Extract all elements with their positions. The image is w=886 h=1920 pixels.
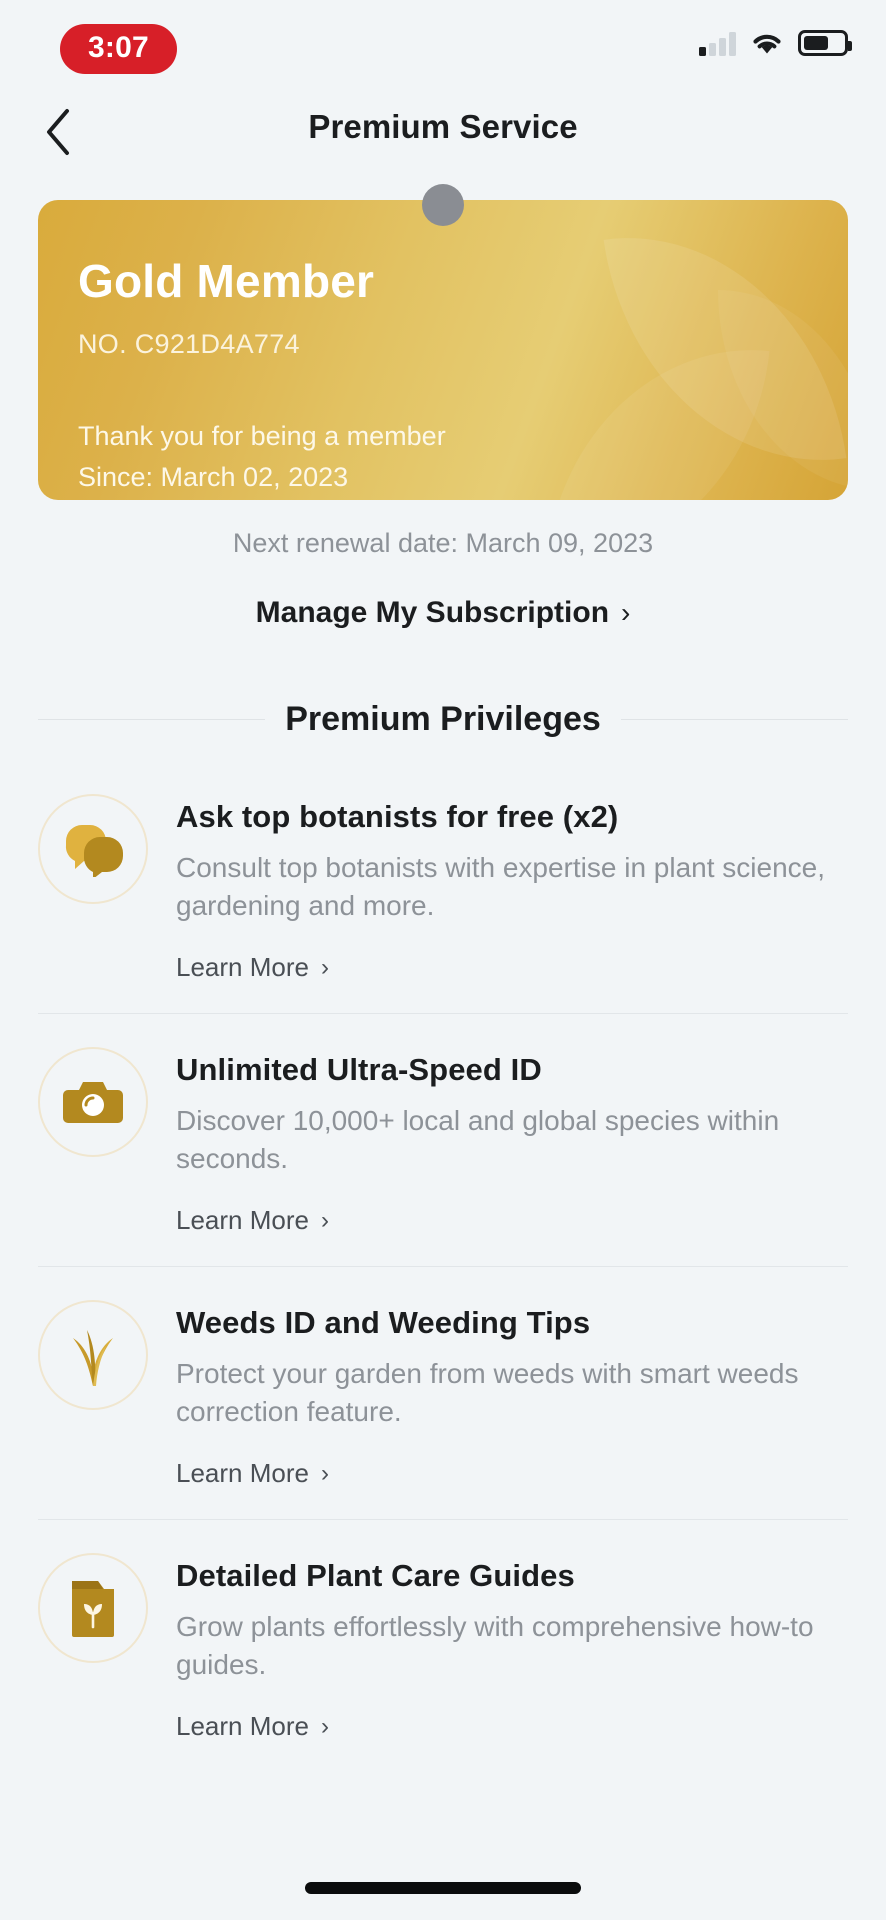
page-title: Premium Service bbox=[308, 108, 578, 145]
next-renewal-date: Next renewal date: March 09, 2023 bbox=[232, 528, 654, 558]
privilege-title: Detailed Plant Care Guides bbox=[176, 1558, 575, 1593]
learn-more-button[interactable]: Learn More › bbox=[176, 952, 329, 983]
learn-more-label: Learn More bbox=[176, 1205, 309, 1235]
list-item-body: Weeds ID and Weeding Tips Protect your g… bbox=[176, 1300, 848, 1489]
membership-card-surface: Gold Member NO. C921D4A774 Thank you for… bbox=[38, 200, 848, 500]
member-number: NO. C921D4A774 bbox=[78, 328, 300, 359]
premium-service-screen: 3:07 Premium Service Gold Member NO. C92… bbox=[0, 0, 886, 1920]
manage-subscription-label: Manage My Subscription bbox=[255, 596, 610, 629]
privilege-description: Consult top botanists with expertise in … bbox=[176, 851, 826, 922]
learn-more-button[interactable]: Learn More › bbox=[176, 1458, 329, 1489]
card-top-dot-badge bbox=[422, 184, 464, 226]
membership-card[interactable]: Gold Member NO. C921D4A774 Thank you for… bbox=[38, 184, 848, 500]
thanks-line: Thank you for being a member bbox=[78, 420, 446, 451]
privilege-description: Grow plants effortlessly with comprehens… bbox=[176, 1610, 814, 1681]
list-item[interactable]: Weeds ID and Weeding Tips Protect your g… bbox=[0, 1266, 886, 1519]
chevron-right-icon: › bbox=[320, 1459, 329, 1487]
divider-left bbox=[38, 719, 266, 720]
divider-right bbox=[620, 719, 849, 720]
learn-more-label: Learn More bbox=[176, 952, 309, 982]
wifi-icon bbox=[753, 34, 781, 54]
manage-subscription-button[interactable]: Manage My Subscription › bbox=[256, 596, 631, 630]
learn-more-button[interactable]: Learn More › bbox=[176, 1205, 329, 1236]
speech-bubbles-icon bbox=[38, 794, 148, 904]
status-bar: 3:07 bbox=[0, 0, 886, 92]
camera-icon bbox=[38, 1047, 148, 1157]
privilege-description: Discover 10,000+ local and global specie… bbox=[176, 1104, 780, 1175]
chevron-right-icon: › bbox=[320, 953, 329, 981]
list-item[interactable]: Unlimited Ultra-Speed ID Discover 10,000… bbox=[0, 1013, 886, 1266]
chevron-right-icon: › bbox=[621, 597, 631, 628]
list-item-body: Unlimited Ultra-Speed ID Discover 10,000… bbox=[176, 1047, 848, 1236]
section-title: Premium Privileges bbox=[285, 700, 601, 738]
since-line: Since: March 02, 2023 bbox=[78, 462, 349, 493]
list-item[interactable]: Detailed Plant Care Guides Grow plants e… bbox=[0, 1519, 886, 1772]
list-item[interactable]: Ask top botanists for free (x2) Consult … bbox=[0, 760, 886, 1013]
status-time: 3:07 bbox=[60, 24, 177, 74]
chevron-right-icon: › bbox=[320, 1206, 329, 1234]
learn-more-button[interactable]: Learn More › bbox=[176, 1711, 329, 1742]
chevron-right-icon: › bbox=[320, 1712, 329, 1740]
learn-more-label: Learn More bbox=[176, 1711, 309, 1741]
status-icons bbox=[699, 30, 852, 56]
privilege-description: Protect your garden from weeds with smar… bbox=[176, 1357, 799, 1428]
plant-guide-folder-icon bbox=[38, 1553, 148, 1663]
battery-icon bbox=[798, 30, 852, 56]
nav-bar: Premium Service bbox=[0, 96, 886, 176]
home-indicator bbox=[305, 1882, 581, 1894]
learn-more-label: Learn More bbox=[176, 1458, 309, 1488]
member-thanks-text: Thank you for being a member Since: Marc… bbox=[78, 416, 848, 500]
privilege-title: Ask top botanists for free (x2) bbox=[176, 799, 619, 834]
privileges-list: Ask top botanists for free (x2) Consult … bbox=[0, 760, 886, 1772]
privilege-title: Weeds ID and Weeding Tips bbox=[176, 1305, 591, 1340]
membership-card-content: Gold Member NO. C921D4A774 Thank you for… bbox=[38, 200, 848, 500]
manage-subscription-row: Manage My Subscription › bbox=[0, 596, 886, 630]
list-item-body: Ask top botanists for free (x2) Consult … bbox=[176, 794, 848, 983]
cellular-signal-icon bbox=[699, 30, 736, 56]
privilege-title: Unlimited Ultra-Speed ID bbox=[176, 1052, 542, 1087]
member-tier-title: Gold Member bbox=[78, 255, 375, 307]
premium-privileges-heading: Premium Privileges bbox=[38, 700, 849, 739]
grass-weeds-icon bbox=[38, 1300, 148, 1410]
list-item-body: Detailed Plant Care Guides Grow plants e… bbox=[176, 1553, 848, 1742]
